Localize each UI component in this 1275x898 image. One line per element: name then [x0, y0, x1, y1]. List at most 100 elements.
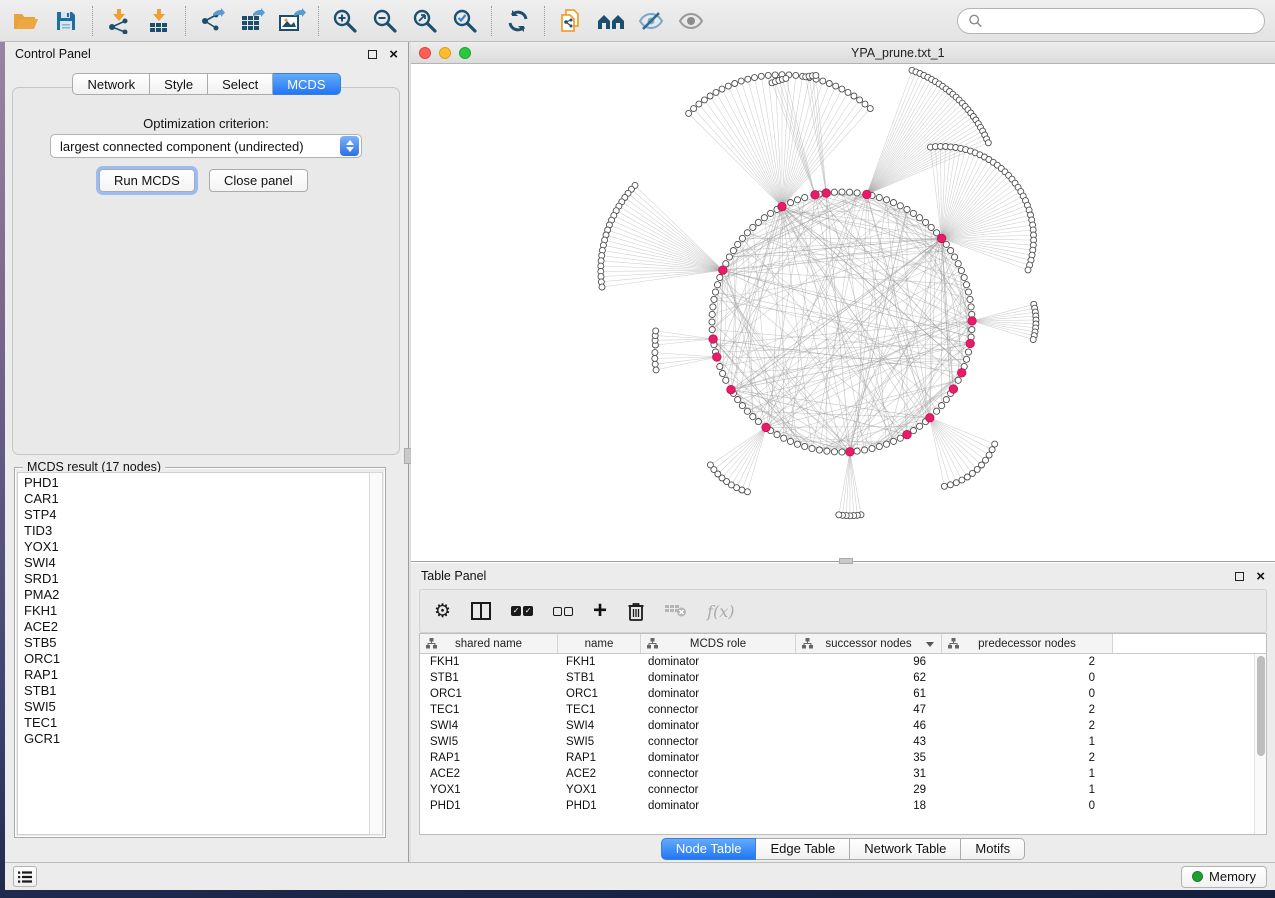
float-panel-icon[interactable] — [1235, 572, 1244, 581]
graph-node[interactable] — [738, 78, 744, 84]
graph-node[interactable] — [752, 75, 758, 81]
column-header[interactable]: shared name — [420, 634, 558, 653]
graph-node[interactable] — [787, 200, 793, 206]
graph-node[interactable] — [847, 189, 853, 195]
save-session-button[interactable] — [46, 4, 86, 38]
graph-node[interactable] — [710, 304, 716, 310]
graph-node[interactable] — [774, 432, 780, 438]
graph-node[interactable] — [854, 190, 860, 196]
table-cell[interactable]: 43 — [796, 734, 942, 750]
graph-node[interactable] — [793, 72, 799, 78]
mcds-result-item[interactable]: STP4 — [24, 507, 369, 523]
graph-node[interactable] — [963, 356, 969, 362]
graph-node[interactable] — [713, 89, 719, 95]
graph-node[interactable] — [725, 83, 731, 89]
table-cell[interactable]: dominator — [641, 686, 796, 702]
graph-node[interactable] — [854, 448, 860, 454]
graph-hub-node[interactable] — [846, 448, 854, 456]
table-cell[interactable]: STB1 — [420, 670, 558, 686]
table-cell[interactable]: dominator — [641, 718, 796, 734]
table-cell[interactable]: ACE2 — [420, 766, 558, 782]
graph-node[interactable] — [711, 296, 717, 302]
table-cell[interactable]: 0 — [942, 798, 1113, 814]
table-cell[interactable]: dominator — [641, 750, 796, 766]
graph-node[interactable] — [934, 408, 940, 414]
mcds-result-item[interactable]: PMA2 — [24, 587, 369, 603]
graph-node[interactable] — [890, 438, 896, 444]
clone-network-button[interactable] — [551, 4, 591, 38]
column-header[interactable]: MCDS role — [641, 634, 796, 653]
graph-node[interactable] — [955, 261, 961, 267]
tab-network-table[interactable]: Network Table — [850, 838, 961, 860]
graph-node[interactable] — [714, 282, 720, 288]
table-cell[interactable]: SWI5 — [558, 734, 641, 750]
graph-hub-node[interactable] — [727, 386, 735, 394]
table-scrollbar[interactable] — [1254, 654, 1266, 834]
graph-hub-node[interactable] — [937, 234, 945, 242]
mcds-result-item[interactable]: ACE2 — [24, 619, 369, 635]
mcds-result-item[interactable]: YOX1 — [24, 539, 369, 555]
graph-node[interactable] — [707, 93, 713, 99]
graph-node[interactable] — [941, 483, 947, 489]
table-cell[interactable]: 35 — [796, 750, 942, 766]
graph-node[interactable] — [839, 86, 845, 92]
table-cell[interactable]: dominator — [641, 798, 796, 814]
graph-node[interactable] — [910, 210, 916, 216]
graph-node[interactable] — [857, 97, 863, 103]
graph-node[interactable] — [696, 101, 702, 107]
mcds-result-scrollbar[interactable] — [369, 472, 383, 835]
table-cell[interactable]: connector — [641, 766, 796, 782]
table-row[interactable]: YOX1YOX1connector291 — [420, 782, 1266, 798]
table-row[interactable]: RAP1RAP1dominator352 — [420, 750, 1266, 766]
table-cell[interactable]: connector — [641, 782, 796, 798]
table-cell[interactable]: RAP1 — [420, 750, 558, 766]
graph-node[interactable] — [968, 304, 974, 310]
table-cell[interactable]: SWI4 — [558, 718, 641, 734]
graph-node[interactable] — [717, 363, 723, 369]
graph-node[interactable] — [653, 367, 659, 373]
graph-node[interactable] — [735, 397, 741, 403]
graph-node[interactable] — [917, 423, 923, 429]
graph-node[interactable] — [862, 101, 868, 107]
graph-node[interactable] — [923, 219, 929, 225]
graph-node[interactable] — [992, 441, 998, 447]
graph-node[interactable] — [862, 447, 868, 453]
graph-node[interactable] — [765, 72, 771, 78]
graph-node[interactable] — [824, 448, 830, 454]
first-neighbors-button[interactable] — [591, 4, 631, 38]
mcds-result-item[interactable]: TEC1 — [24, 715, 369, 731]
graph-node[interactable] — [985, 140, 991, 146]
show-columns-icon[interactable] — [471, 602, 491, 620]
graph-node[interactable] — [831, 449, 837, 455]
criterion-dropdown[interactable]: largest connected component (undirected) — [50, 134, 362, 158]
horizontal-splitter-handle[interactable] — [839, 558, 853, 564]
import-network-button[interactable] — [99, 4, 139, 38]
table-cell[interactable]: PHD1 — [558, 798, 641, 814]
graph-hub-node[interactable] — [949, 385, 957, 393]
graph-hub-node[interactable] — [958, 369, 966, 377]
table-cell[interactable]: connector — [641, 702, 796, 718]
graph-node[interactable] — [809, 445, 815, 451]
graph-node[interactable] — [955, 377, 961, 383]
graph-node[interactable] — [928, 224, 934, 230]
table-cell[interactable]: dominator — [641, 670, 796, 686]
graph-node[interactable] — [726, 254, 732, 260]
graph-node[interactable] — [717, 274, 723, 280]
table-cell[interactable]: ORC1 — [558, 686, 641, 702]
graph-hub-node[interactable] — [968, 317, 976, 325]
graph-node[interactable] — [959, 477, 965, 483]
table-cell[interactable]: dominator — [641, 654, 796, 670]
graph-node[interactable] — [802, 443, 808, 449]
tab-style[interactable]: Style — [150, 73, 208, 95]
hide-selected-button[interactable] — [631, 4, 671, 38]
column-header[interactable]: successor nodes — [796, 634, 942, 653]
deselect-all-icon[interactable] — [553, 607, 573, 616]
graph-node[interactable] — [953, 480, 959, 486]
graph-node[interactable] — [917, 215, 923, 221]
mcds-result-item[interactable]: CAR1 — [24, 491, 369, 507]
table-cell[interactable]: RAP1 — [558, 750, 641, 766]
table-cell[interactable]: 1 — [942, 766, 1113, 782]
table-cell[interactable]: 2 — [942, 654, 1113, 670]
graph-node[interactable] — [781, 435, 787, 441]
graph-hub-node[interactable] — [903, 430, 911, 438]
